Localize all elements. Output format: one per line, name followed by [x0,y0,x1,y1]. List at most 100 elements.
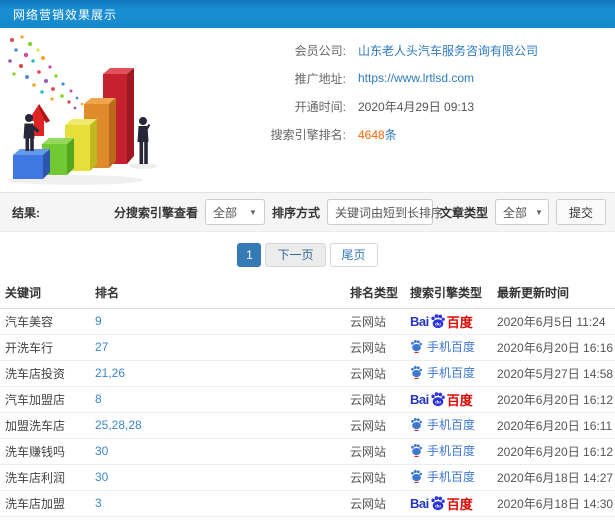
engine-ranking-row: 搜索引擎排名: 4648条 [188,120,615,148]
rank-type-cell: 云网站 [345,438,405,465]
keyword-cell: 洗车赚钱吗 [0,438,90,465]
company-info-section: 会员公司: 山东老人头汽车服务咨询有限公司 推广地址: https://www.… [0,28,615,192]
updated-cell: 2020年6月20日 16:12 [492,386,615,413]
rank-type-cell: 云网站 [345,386,405,413]
member-company-link[interactable]: 山东老人头汽车服务咨询有限公司 [358,42,538,59]
open-time-row: 开通时间: 2020年4月29日 09:13 [188,92,615,120]
col-header-engine-type: 搜索引擎类型 [405,278,492,309]
baidu-logo: Bai du 百度 [410,494,473,513]
baidu-logo-chinese: 百度 [446,314,473,330]
mobile-baidu-paw-icon [411,366,422,380]
rank-cell[interactable]: 21,26 [90,360,345,387]
next-page-button[interactable]: 下一页 [265,243,326,267]
baidu-paw-icon: du [431,392,445,407]
rank-cell[interactable]: 8 [90,386,345,413]
page-1-button[interactable]: 1 [237,243,262,267]
chevron-down-icon: ▼ [535,207,543,217]
pagination: 1 下一页 尾页 [0,232,615,278]
col-header-rank: 排名 [90,278,345,309]
col-header-keyword: 关键词 [0,278,90,309]
baidu-paw-icon: du [431,314,445,329]
mobile-baidu-logo: 手机百度 [410,338,475,355]
open-time-label: 开通时间: [294,99,346,114]
mobile-baidu-logo: 手机百度 [410,468,475,485]
engine-cell: 手机百度 [405,412,492,439]
chevron-down-icon: ▼ [249,207,257,217]
sort-mode-value: 关键词由短到长排序 [334,205,443,220]
mobile-baidu-label: 手机百度 [427,443,476,458]
last-page-button[interactable]: 尾页 [329,243,378,267]
mobile-baidu-label: 手机百度 [427,339,476,354]
growth-bar-chart-illustration [0,28,188,192]
engine-ranking-value: 4648条 [358,126,397,143]
engine-cell: 手机百度 [405,464,492,491]
rank-cell[interactable]: 27 [90,334,345,361]
table-row: 开洗车行 27 云网站 手机百度 2020年6月20日 16:16 [0,334,615,361]
table-row: 汽车加盟店 8 云网站 Bai du 百度 2020年6月20日 16:12 [0,386,615,413]
mobile-baidu-paw-icon [411,418,422,432]
baidu-logo-latin: Bai [410,391,429,407]
keyword-cell: 洗车店投资 [0,360,90,387]
table-row: 洗车赚钱吗 30 云网站 手机百度 2020年6月20日 16:12 [0,438,615,465]
table-header-row: 关键词 排名 排名类型 搜索引擎类型 最新更新时间 [0,278,615,309]
sort-mode-select[interactable]: 关键词由短到长排序 ▼ [326,199,459,225]
rank-cell[interactable]: 3 [90,490,345,517]
ranking-count-unit[interactable]: 条 [385,128,397,142]
rank-cell[interactable]: 25,28,28 [90,412,345,439]
svg-text:du: du [435,321,441,326]
updated-cell: 2020年6月5日 11:24 [492,308,615,335]
engine-filter-select[interactable]: 全部 ▼ [204,199,265,225]
table-row: 洗车店加盟 3 云网站 Bai du 百度 2020年6月18日 14:30 [0,490,615,517]
updated-cell: 2020年6月20日 16:16 [492,334,615,361]
mobile-baidu-label: 手机百度 [427,365,476,380]
engine-cell: Bai du 百度 [405,386,492,413]
bar-chart-image [7,35,157,185]
promo-url-label: 推广地址: [294,71,346,86]
result-label: 结果: [12,205,40,220]
mobile-baidu-paw-icon [411,340,422,354]
baidu-logo-latin: Bai [410,313,429,329]
updated-cell: 2020年6月18日 14:30 [492,490,615,517]
member-company-label: 会员公司: [294,43,346,58]
article-type-label: 文章类型 [439,205,488,220]
col-header-rank-type: 排名类型 [345,278,405,309]
engine-cell: Bai du 百度 [405,490,492,517]
engine-filter-value: 全部 [212,205,237,220]
submit-button[interactable]: 提交 [555,199,606,225]
app-window: 网络营销效果展示 会员公司: 山东老人头汽车服务咨询有限公司 推广地址: htt… [0,0,615,520]
baidu-logo: Bai du 百度 [410,390,473,409]
article-type-select[interactable]: 全部 ▼ [494,199,549,225]
rank-cell[interactable]: 9 [90,308,345,335]
confetti-dots [8,35,84,110]
page-title: 网络营销效果展示 [13,7,118,22]
filter-controls: 分搜索引擎查看 全部 ▼ 排序方式 关键词由短到长排序 ▼ 文章类型 全部 ▼ … [114,199,606,225]
filter-bar: 结果: 分搜索引擎查看 全部 ▼ 排序方式 关键词由短到长排序 ▼ 文章类型 全… [0,192,615,232]
promo-url-link[interactable]: https://www.lrtlsd.com [358,71,474,85]
company-info-rows: 会员公司: 山东老人头汽车服务咨询有限公司 推广地址: https://www.… [188,28,615,192]
mobile-baidu-logo: 手机百度 [410,442,475,459]
rank-cell[interactable]: 30 [90,464,345,491]
rank-type-cell: 云网站 [345,412,405,439]
updated-cell: 2020年6月20日 16:11 [492,412,615,439]
keyword-cell: 洗车店加盟 [0,490,90,517]
baidu-logo-chinese: 百度 [446,392,473,408]
rank-type-cell: 云网站 [345,360,405,387]
engine-cell: 手机百度 [405,334,492,361]
table-row: 洗车店投资 21,26 云网站 手机百度 2020年5月27日 14:58 [0,360,615,387]
engine-cell: 手机百度 [405,438,492,465]
table-row: 洗车店利润 30 云网站 手机百度 2020年6月18日 14:27 [0,464,615,491]
baidu-paw-icon: du [431,496,445,511]
svg-text:du: du [435,503,441,508]
rank-cell[interactable]: 30 [90,438,345,465]
baidu-logo-chinese: 百度 [446,496,473,512]
mobile-baidu-logo: 手机百度 [410,364,475,381]
ranking-count-number: 4648 [358,127,385,142]
open-time-value: 2020年4月29日 09:13 [358,99,475,114]
engine-filter-label: 分搜索引擎查看 [113,205,198,220]
mobile-baidu-paw-icon [411,470,422,484]
updated-cell: 2020年6月20日 16:12 [492,438,615,465]
baidu-logo: Bai du 百度 [410,312,473,331]
updated-cell: 2020年6月18日 14:27 [492,464,615,491]
rank-type-cell: 云网站 [345,334,405,361]
mobile-baidu-paw-icon [411,444,422,458]
